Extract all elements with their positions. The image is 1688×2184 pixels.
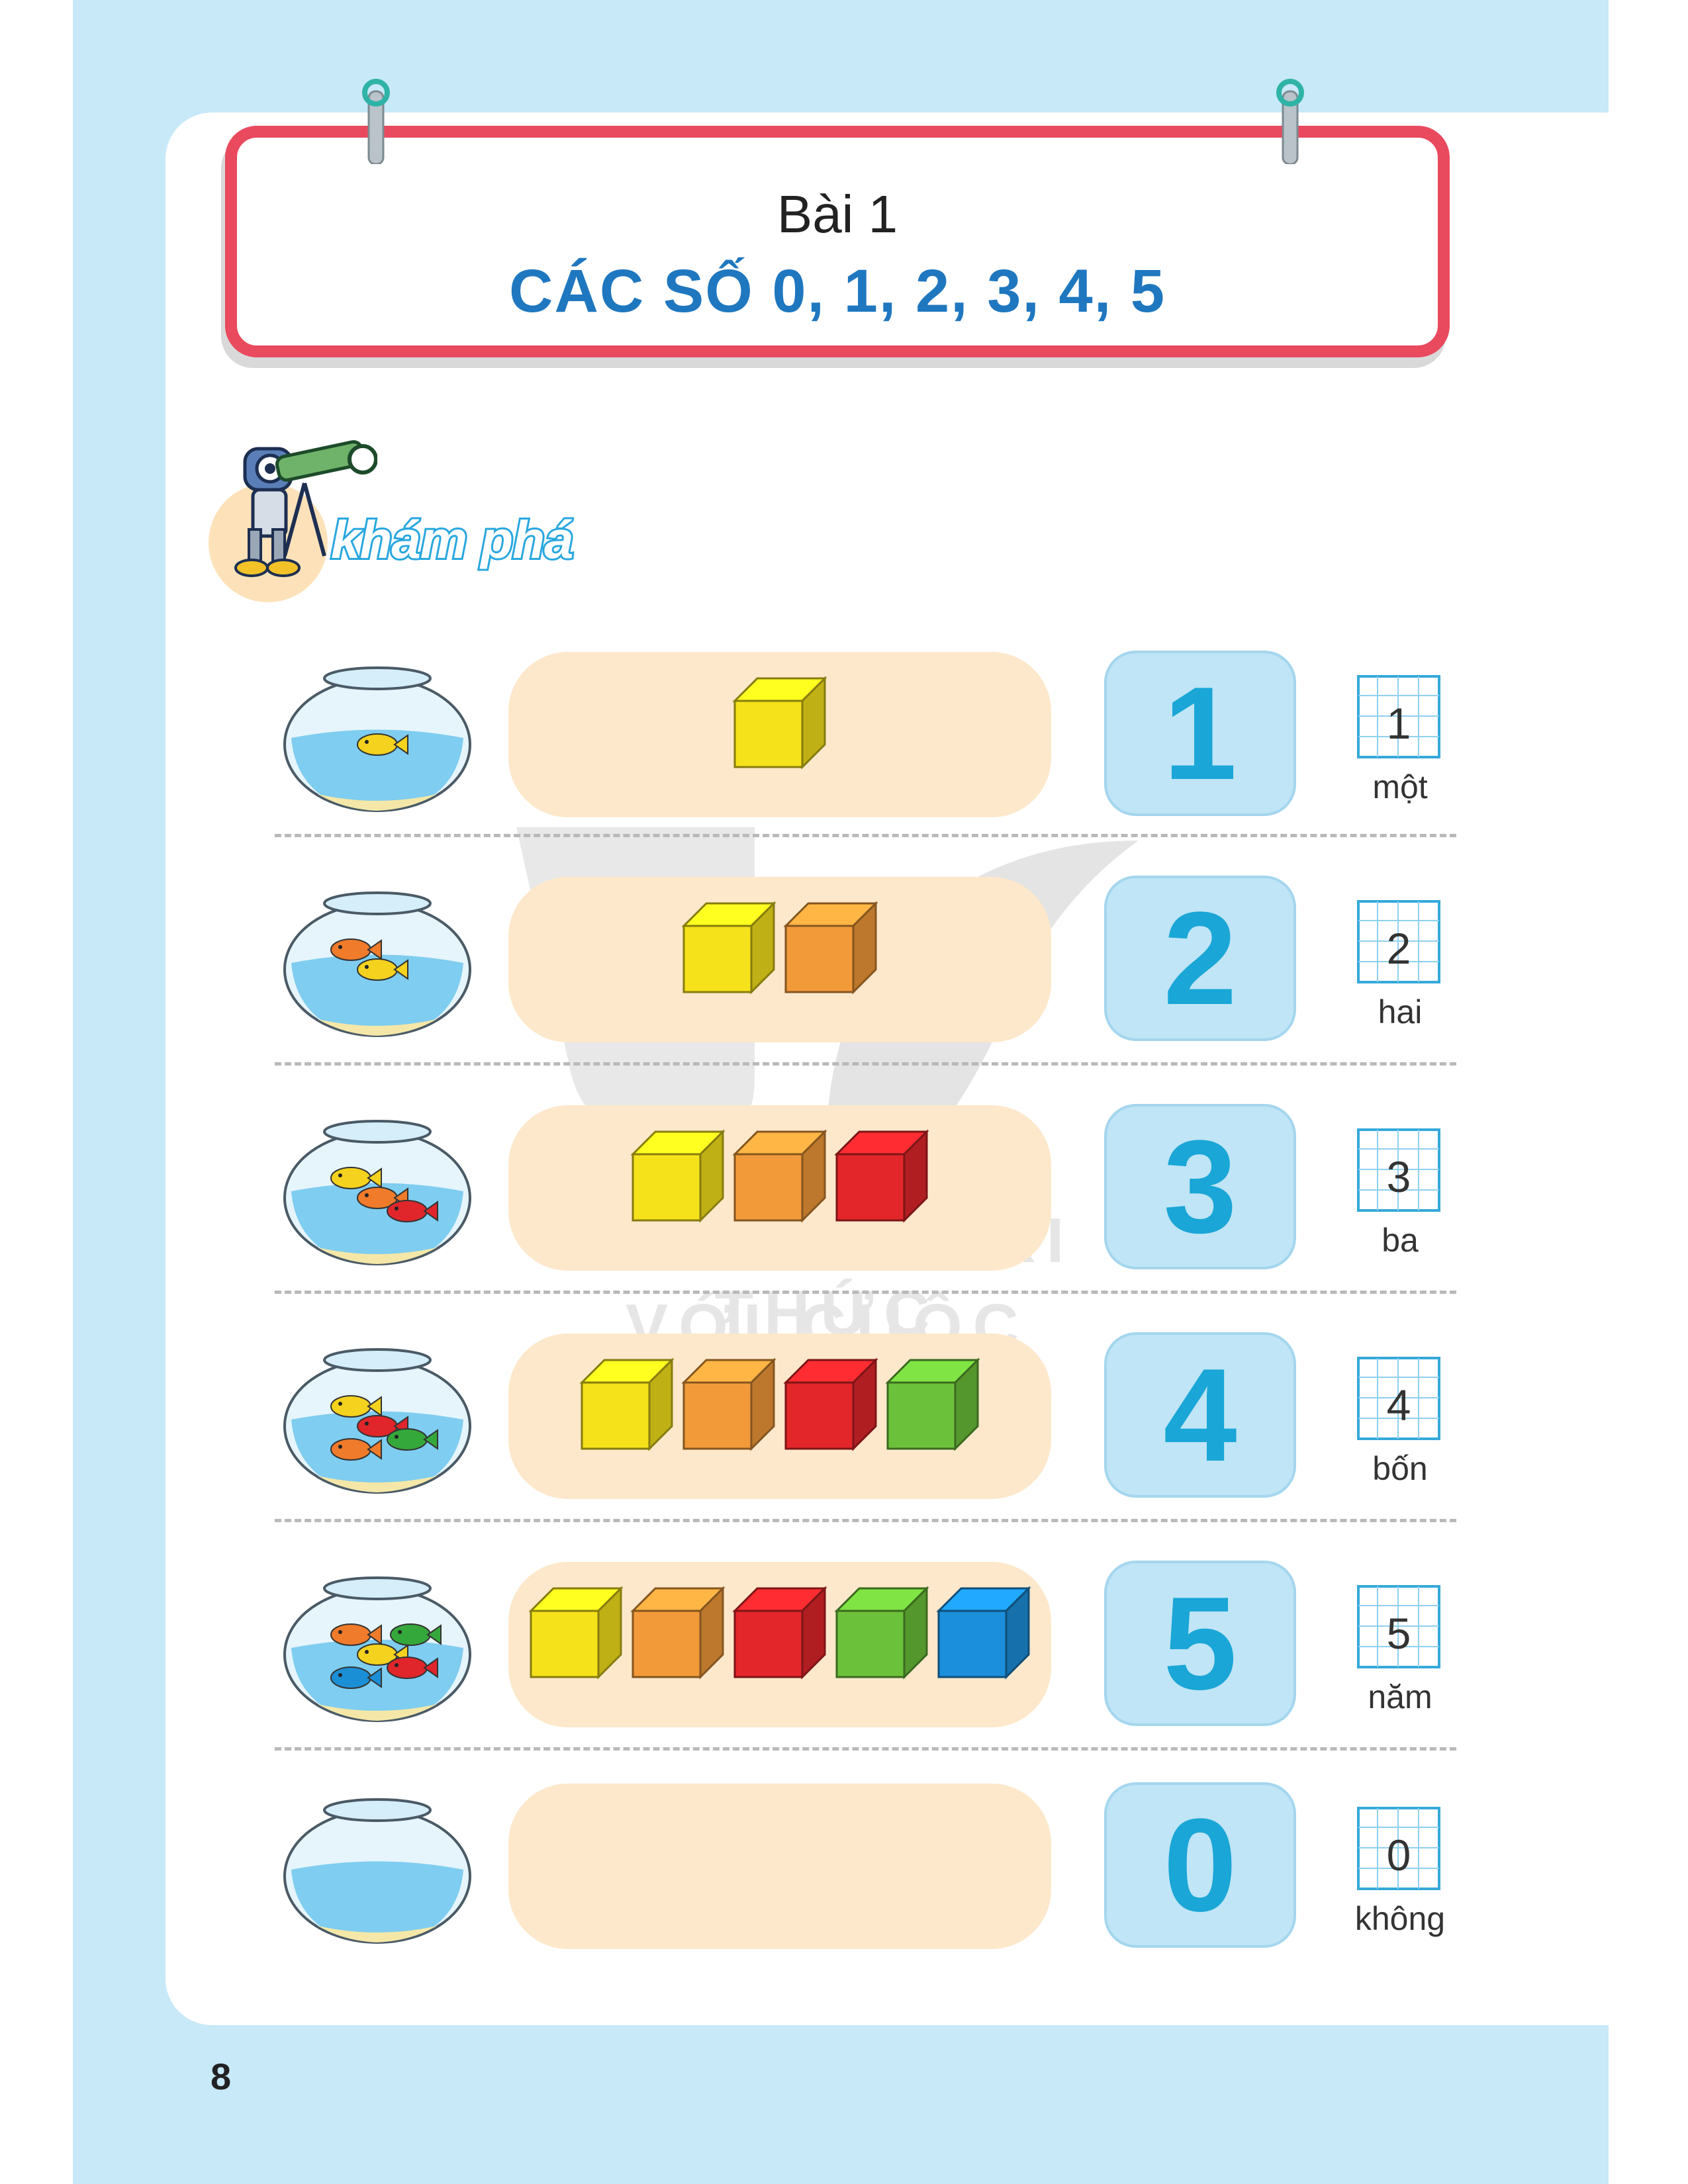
counting-row: 2 2 hai: [0, 874, 1688, 1092]
cube-icon: [630, 1586, 726, 1680]
counting-cubes: [508, 1780, 1051, 1952]
cube-icon: [783, 1357, 878, 1451]
binder-ring-icon: [1276, 79, 1304, 164]
explore-label: khám phá: [329, 508, 575, 571]
counting-row: 0 0 không: [0, 1780, 1688, 1999]
cube-icon: [681, 1357, 776, 1451]
number-word: một: [1372, 768, 1428, 805]
number-word: không: [1354, 1900, 1446, 1937]
number-card: 4: [1104, 1332, 1296, 1498]
fish-bowl-icon: [283, 1348, 471, 1494]
fish-bowl-icon: [283, 666, 471, 812]
counting-row: 5 5 năm: [0, 1559, 1688, 1777]
fish-bowl-icon: [283, 1798, 471, 1944]
counting-row: 3 3 ba: [0, 1102, 1688, 1320]
number-digit: 0: [1163, 1792, 1237, 1939]
number-digit: 5: [1163, 1570, 1237, 1717]
row-divider: [275, 1291, 1456, 1294]
row-divider: [275, 1747, 1456, 1751]
counting-cubes: [528, 1586, 1031, 1680]
number-word: bốn: [1372, 1450, 1428, 1487]
grid-digit: 4: [1386, 1381, 1411, 1430]
row-divider: [275, 1519, 1456, 1522]
grid-digit: 0: [1386, 1831, 1411, 1880]
cube-icon: [732, 676, 827, 770]
lesson-label: Bài 1: [776, 185, 898, 244]
explore-badge: khám phá: [205, 430, 642, 602]
grid-digit: 2: [1386, 924, 1411, 973]
counting-cubes: [630, 1129, 929, 1223]
page-number: 8: [211, 2056, 232, 2097]
grid-digit: 5: [1386, 1609, 1411, 1658]
row-divider: [275, 1062, 1456, 1066]
title-card: Bài 1 CÁC SỐ 0, 1, 2, 3, 4, 5: [225, 126, 1450, 357]
number-word: năm: [1368, 1678, 1432, 1715]
counting-cubes: [681, 901, 878, 995]
counting-cubes: [579, 1357, 980, 1451]
cube-icon: [528, 1586, 624, 1680]
cube-icon: [732, 1586, 827, 1680]
cube-icon: [834, 1129, 929, 1223]
number-card: 3: [1104, 1104, 1296, 1269]
number-card: 1: [1104, 651, 1296, 816]
cube-icon: [579, 1357, 675, 1451]
fish-bowl-icon: [283, 1120, 471, 1265]
fish-bowl-icon: [283, 1576, 471, 1722]
cube-icon: [834, 1586, 929, 1680]
lesson-title: CÁC SỐ 0, 1, 2, 3, 4, 5: [509, 257, 1166, 325]
cube-icon: [936, 1586, 1031, 1680]
row-divider: [275, 834, 1456, 837]
number-digit: 2: [1163, 885, 1237, 1032]
cube-icon: [681, 901, 776, 995]
number-word: ba: [1382, 1222, 1419, 1259]
counting-cubes: [732, 676, 827, 770]
binder-ring-icon: [362, 79, 390, 164]
number-digit: 1: [1163, 660, 1237, 807]
grid-digit: 1: [1386, 699, 1411, 748]
cube-icon: [630, 1129, 726, 1223]
number-card: 5: [1104, 1561, 1296, 1726]
number-digit: 4: [1163, 1342, 1237, 1489]
cube-icon: [885, 1357, 980, 1451]
counting-row: 4 4 bốn: [0, 1330, 1688, 1549]
number-digit: 3: [1163, 1113, 1237, 1261]
number-card: 2: [1104, 876, 1296, 1041]
cube-icon: [783, 901, 878, 995]
cube-icon: [732, 1129, 827, 1223]
number-word: hai: [1378, 993, 1423, 1030]
grid-digit: 3: [1386, 1152, 1411, 1201]
fish-bowl-icon: [283, 891, 471, 1037]
number-card: 0: [1104, 1782, 1296, 1948]
